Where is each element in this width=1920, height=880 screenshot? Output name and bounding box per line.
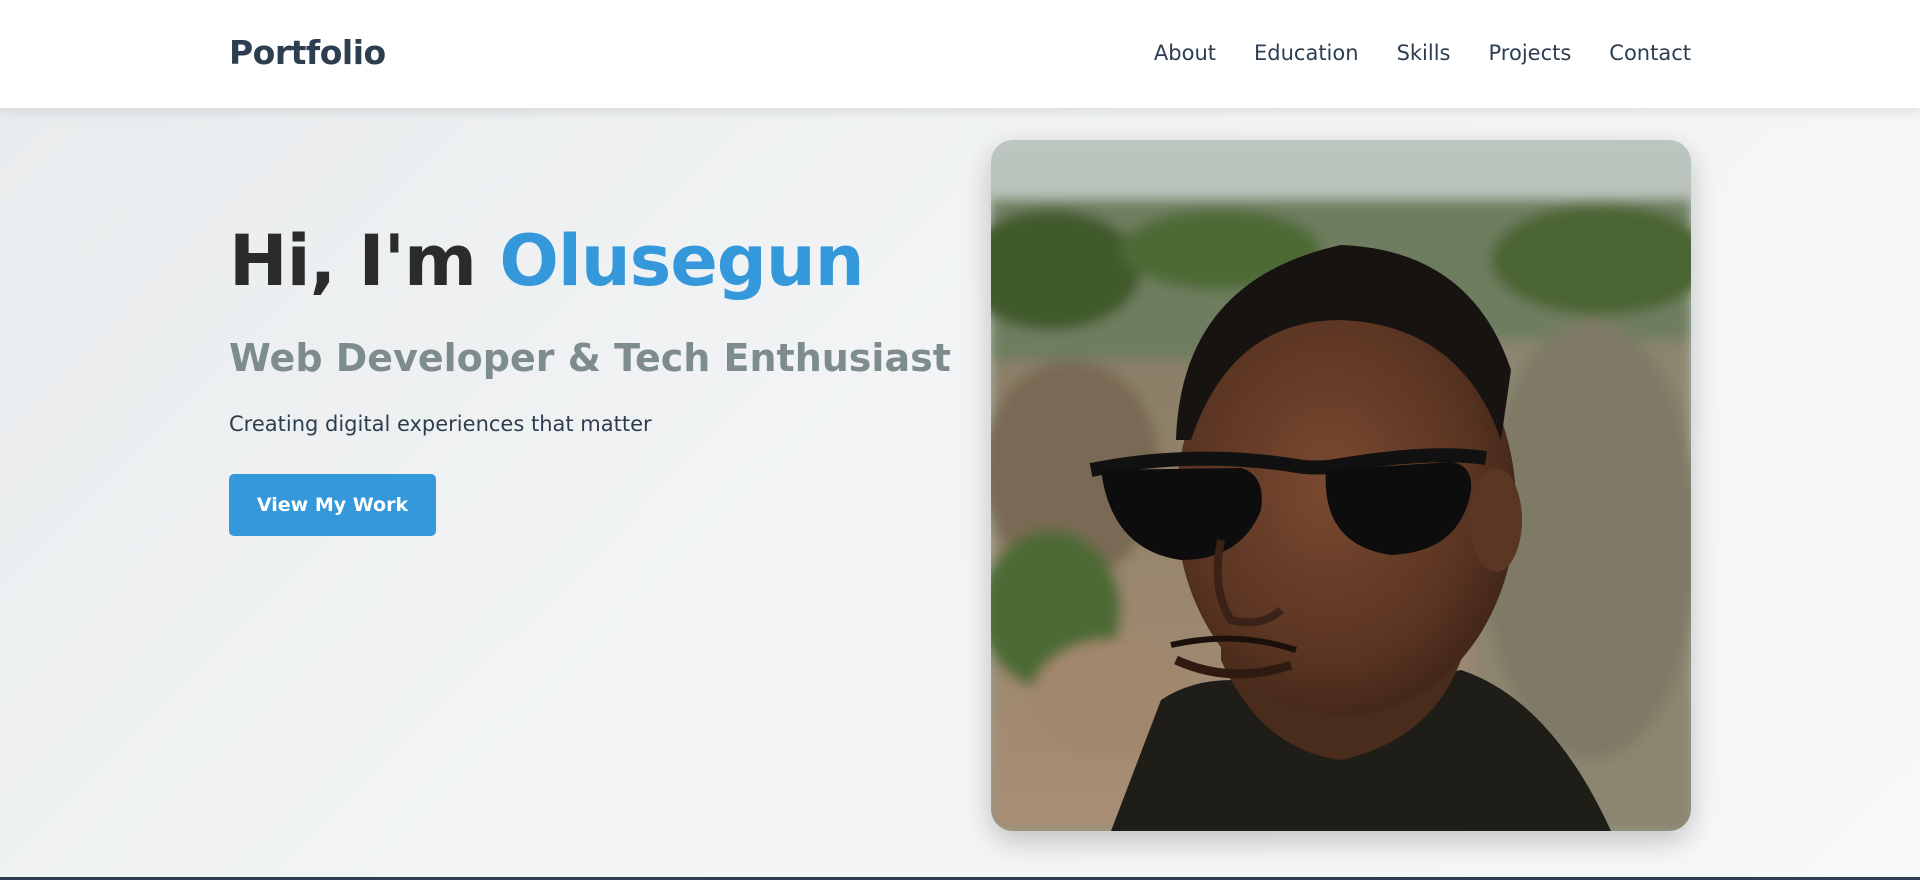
hero-name: Olusegun [499, 220, 864, 302]
nav-item-about: About [1154, 41, 1216, 65]
nav-link-skills[interactable]: Skills [1397, 41, 1451, 65]
hero-text: Hi, I'm Olusegun Web Developer & Tech En… [229, 226, 951, 536]
nav-links: About Education Skills Projects Contact [1154, 41, 1691, 65]
nav-link-contact[interactable]: Contact [1609, 41, 1691, 65]
nav-item-education: Education [1254, 41, 1359, 65]
brand-logo[interactable]: Portfolio [229, 33, 386, 72]
nav-item-contact: Contact [1609, 41, 1691, 65]
view-my-work-button[interactable]: View My Work [229, 474, 436, 536]
nav-link-education[interactable]: Education [1254, 41, 1359, 65]
hero-subtitle: Web Developer & Tech Enthusiast [229, 336, 951, 380]
nav-item-projects: Projects [1489, 41, 1572, 65]
navbar: Portfolio About Education Skills Project… [0, 0, 1920, 108]
nav-link-projects[interactable]: Projects [1489, 41, 1572, 65]
hero-headline: Hi, I'm Olusegun [229, 226, 951, 296]
hero-tagline: Creating digital experiences that matter [229, 412, 652, 436]
hero-greeting: Hi, I'm [229, 220, 500, 302]
profile-photo [991, 140, 1691, 831]
profile-photo-illustration [991, 140, 1691, 831]
nav-item-skills: Skills [1397, 41, 1451, 65]
nav-link-about[interactable]: About [1154, 41, 1216, 65]
